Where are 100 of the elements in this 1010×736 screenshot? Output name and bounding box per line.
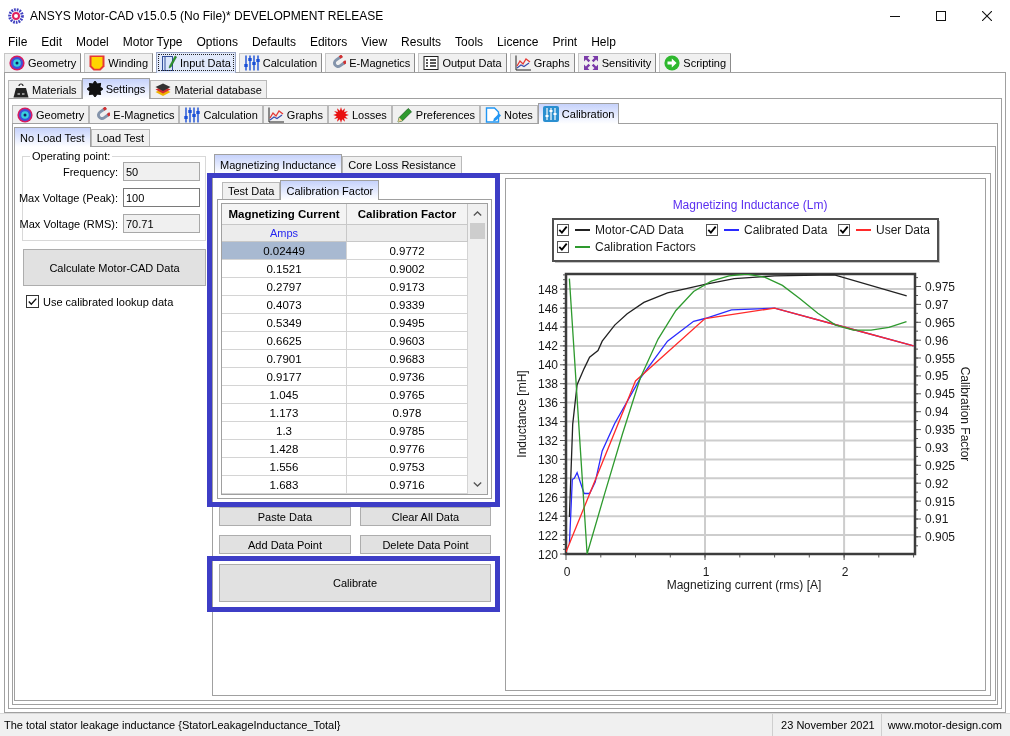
menu-item[interactable]: Model bbox=[69, 34, 116, 50]
tab[interactable]: Sensitivity bbox=[577, 53, 657, 72]
tick-label: 140 bbox=[537, 358, 558, 373]
tab[interactable]: Scripting bbox=[659, 53, 732, 72]
input-field[interactable]: 100 bbox=[123, 188, 200, 207]
target-icon bbox=[9, 55, 25, 71]
tab[interactable]: Calibration Factor bbox=[280, 180, 380, 200]
tab[interactable]: Output Data bbox=[418, 53, 507, 72]
table-cell[interactable]: 1.173 bbox=[222, 404, 347, 422]
pencil-icon bbox=[396, 106, 413, 123]
status-website: www.motor-design.com bbox=[880, 714, 1010, 736]
scrollbar[interactable] bbox=[468, 204, 487, 494]
menu-item[interactable]: Tools bbox=[448, 34, 491, 50]
menu-item[interactable]: Licence bbox=[490, 34, 546, 50]
gear-icon bbox=[86, 81, 103, 97]
paste-button[interactable]: Paste Data bbox=[219, 507, 351, 526]
menu-item[interactable]: Defaults bbox=[244, 34, 303, 50]
tick-label: 146 bbox=[537, 301, 558, 316]
tab[interactable]: Graphs bbox=[262, 105, 328, 123]
menu-item[interactable]: Options bbox=[189, 34, 245, 50]
legend-checkbox[interactable] bbox=[557, 224, 569, 236]
chevron-up-icon[interactable] bbox=[473, 211, 482, 216]
clear-button[interactable]: Clear All Data bbox=[360, 507, 491, 526]
tab[interactable]: Load Test bbox=[90, 129, 151, 146]
table-cell[interactable]: 0.2797 bbox=[222, 278, 347, 296]
chevron-down-icon[interactable] bbox=[473, 482, 482, 487]
tick-label: 148 bbox=[537, 282, 558, 297]
tick-label: 142 bbox=[537, 339, 558, 354]
tick-label: 134 bbox=[537, 415, 558, 430]
tick-label: 138 bbox=[537, 377, 558, 392]
tab[interactable]: Magnetizing Inductance bbox=[214, 154, 343, 174]
status-date: 23 November 2021 bbox=[772, 714, 881, 736]
menu-item[interactable]: Editors bbox=[302, 34, 355, 50]
legend-checkbox[interactable] bbox=[838, 224, 850, 236]
menu-item[interactable]: Edit bbox=[34, 34, 70, 50]
tick-label: 0.925 bbox=[925, 458, 956, 473]
group-title: Operating point: bbox=[31, 150, 112, 162]
tick-label: 0.945 bbox=[925, 387, 956, 402]
add-button[interactable]: Add Data Point bbox=[219, 535, 351, 554]
tab[interactable]: Calibration bbox=[537, 103, 620, 124]
tab[interactable]: Input Data bbox=[156, 52, 236, 73]
sliders-icon bbox=[243, 55, 260, 71]
table-cell[interactable]: 1.683 bbox=[222, 476, 347, 494]
tab[interactable]: Settings bbox=[81, 78, 151, 99]
menu-item[interactable]: View bbox=[354, 34, 395, 50]
table-cell[interactable]: 0.5349 bbox=[222, 314, 347, 332]
menu-item[interactable]: File bbox=[1, 34, 35, 50]
table-cell[interactable]: 1.428 bbox=[222, 440, 347, 458]
checkbox[interactable] bbox=[26, 295, 39, 308]
field-label: Max Voltage (Peak): bbox=[18, 191, 118, 204]
menu-item[interactable]: Print bbox=[545, 34, 585, 50]
magnet-icon bbox=[330, 55, 347, 71]
close-icon bbox=[982, 11, 992, 21]
table-cell[interactable]: 0.02449 bbox=[222, 242, 347, 260]
table-cell[interactable]: 1.045 bbox=[222, 386, 347, 404]
tab[interactable]: Core Loss Resistance bbox=[342, 156, 462, 173]
table-cell[interactable]: 0.7901 bbox=[222, 350, 347, 368]
tick-label: 0.915 bbox=[925, 494, 956, 509]
tab[interactable]: Preferences bbox=[391, 105, 481, 123]
axis-title: Magnetizing current (rms) [A] bbox=[666, 578, 822, 592]
tab[interactable]: Graphs bbox=[509, 53, 575, 72]
field-label: Frequency: bbox=[62, 165, 118, 178]
calibrate-button[interactable]: Calibrate bbox=[219, 564, 491, 602]
calculate-button[interactable]: Calculate Motor-CAD Data bbox=[23, 249, 206, 286]
tab[interactable]: Notes bbox=[480, 105, 538, 123]
minimize-icon bbox=[890, 15, 900, 17]
delete-button[interactable]: Delete Data Point bbox=[360, 535, 491, 554]
menu-item[interactable]: Help bbox=[584, 34, 623, 50]
legend-label: Calibrated Data bbox=[744, 223, 828, 237]
app-logo-icon bbox=[8, 8, 24, 24]
table-cell[interactable]: 0.1521 bbox=[222, 260, 347, 278]
notebook-icon bbox=[161, 55, 178, 71]
tab[interactable]: Geometry bbox=[12, 105, 90, 123]
table-cell[interactable]: 0.4073 bbox=[222, 296, 347, 314]
tab[interactable]: Geometry bbox=[4, 53, 82, 72]
legend-checkbox[interactable] bbox=[557, 241, 569, 253]
tab[interactable]: No Load Test bbox=[14, 127, 91, 147]
legend-checkbox[interactable] bbox=[706, 224, 718, 236]
tab[interactable]: Calculation bbox=[179, 105, 263, 123]
tab[interactable]: Winding bbox=[84, 53, 154, 72]
tab[interactable]: E-Magnetics bbox=[325, 53, 416, 72]
table-cell[interactable]: 0.9177 bbox=[222, 368, 347, 386]
tab[interactable]: Losses bbox=[327, 105, 392, 123]
tab[interactable]: Calculation bbox=[238, 53, 323, 72]
unit-cell: Amps bbox=[222, 225, 347, 242]
tab[interactable]: Materials bbox=[8, 80, 82, 98]
tab[interactable]: Test Data bbox=[222, 182, 281, 199]
line-chart-icon bbox=[267, 106, 284, 123]
legend-label: User Data bbox=[876, 223, 931, 237]
tick-label: 120 bbox=[537, 547, 558, 562]
menu-item[interactable]: Motor Type bbox=[115, 34, 190, 50]
tab[interactable]: Material database bbox=[150, 80, 267, 98]
table-cell[interactable]: 0.6625 bbox=[222, 332, 347, 350]
table-cell[interactable]: 1.556 bbox=[222, 458, 347, 476]
tick-label: 0.95 bbox=[925, 369, 949, 384]
table-cell[interactable]: 1.3 bbox=[222, 422, 347, 440]
menu-item[interactable]: Results bbox=[394, 34, 449, 50]
tab[interactable]: E-Magnetics bbox=[89, 105, 180, 123]
scroll-thumb[interactable] bbox=[470, 223, 485, 239]
expand-arrows-icon bbox=[582, 55, 599, 71]
